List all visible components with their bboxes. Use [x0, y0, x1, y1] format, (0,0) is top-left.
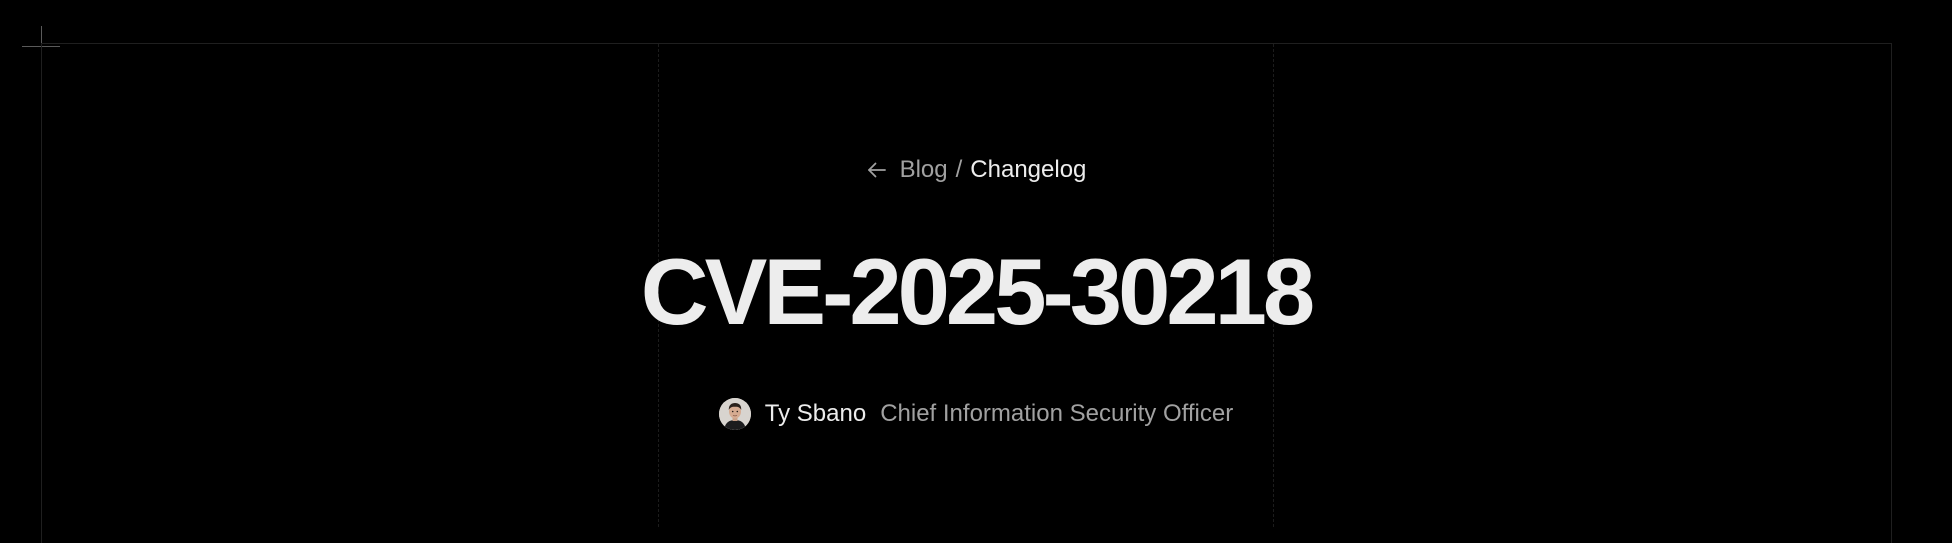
- author-role: Chief Information Security Officer: [880, 400, 1234, 427]
- arrow-left-icon: [866, 159, 888, 181]
- avatar[interactable]: [718, 398, 751, 430]
- back-to-blog-link[interactable]: Blog: [866, 152, 948, 188]
- breadcrumb-parent: Blog: [899, 156, 948, 183]
- author-name[interactable]: Ty Sbano: [765, 396, 866, 432]
- breadcrumb: Blog / Changelog: [0, 152, 1952, 188]
- page-title: CVE-2025-30218: [640, 239, 1315, 344]
- breadcrumb-separator: /: [955, 156, 963, 183]
- breadcrumb-current[interactable]: Changelog: [970, 152, 1086, 188]
- author-byline: Ty Sbano Chief Information Security Offi…: [0, 396, 1952, 432]
